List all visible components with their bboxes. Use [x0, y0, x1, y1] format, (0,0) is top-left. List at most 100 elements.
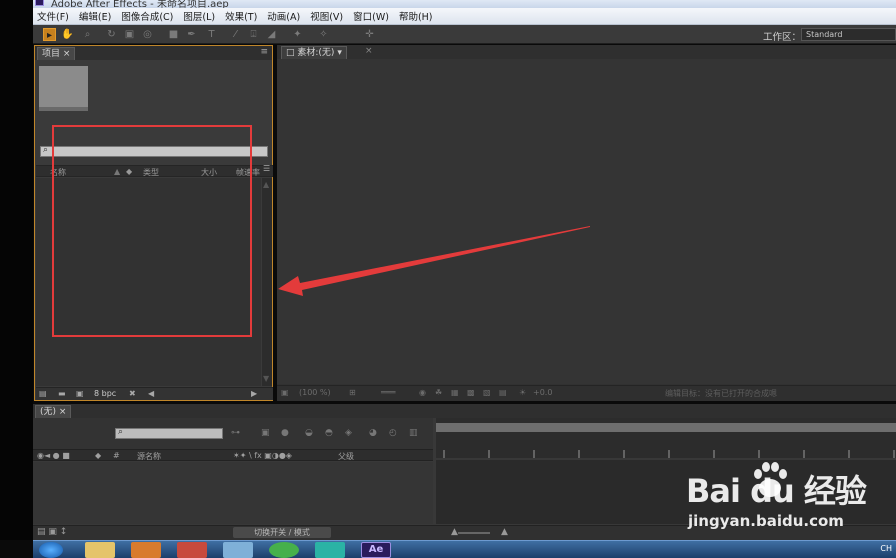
region-icon[interactable]: ▦	[451, 388, 459, 397]
pan-behind-tool-icon[interactable]: ◎	[141, 28, 154, 41]
annotation-highlight-box	[52, 125, 252, 337]
workspace-select[interactable]: Standard	[801, 28, 896, 41]
frame-blending-icon[interactable]: ◒	[305, 428, 313, 438]
new-folder-icon[interactable]: ▬	[58, 389, 66, 398]
new-composition-icon[interactable]: ▣	[76, 389, 84, 398]
parent-header[interactable]: 父级	[338, 451, 354, 462]
tab-footage[interactable]: □ 素材:(无) ▾	[281, 46, 347, 59]
puppet-tool-icon[interactable]: ✧	[317, 28, 330, 41]
graph-editor-icon[interactable]: ◕	[369, 428, 377, 438]
trash-icon[interactable]: ✖	[129, 389, 136, 398]
snapshot-icon[interactable]: ◉	[419, 388, 426, 397]
footage-viewer-panel: □ 素材:(无) ▾ × ▣ (100 %) ⊞ ═══ ◉ ☘ ▦ ▩ ▧ ▤…	[277, 45, 896, 401]
project-tab-bar: 项目 × ≡	[35, 46, 272, 60]
lock-icon[interactable]: □	[286, 48, 295, 58]
project-footer: ▤ ▬ ▣ 8 bpc ✖ ◀ ▶	[36, 387, 273, 400]
menu-effect[interactable]: 效果(T)	[225, 9, 257, 23]
zoom-in-icon[interactable]: ▲	[501, 527, 508, 537]
roto-brush-tool-icon[interactable]: ✦	[291, 28, 304, 41]
time-ruler[interactable]	[436, 418, 896, 458]
menu-animation[interactable]: 动画(A)	[267, 9, 300, 23]
scroll-down-icon[interactable]: ▼	[263, 374, 269, 383]
window-taskbar-icon[interactable]	[223, 542, 253, 558]
explorer-taskbar-icon[interactable]	[85, 542, 115, 558]
system-tray[interactable]: CH	[880, 544, 892, 553]
tab-project-label: 项目	[42, 49, 61, 59]
hand-tool-icon[interactable]: ✋	[61, 28, 74, 41]
layer-number-header: #	[113, 451, 120, 460]
start-button[interactable]	[39, 542, 63, 558]
close-icon[interactable]: ×	[63, 49, 71, 59]
viewer-canvas[interactable]	[277, 59, 896, 384]
player-taskbar-icon[interactable]	[315, 542, 345, 558]
zoom-out-icon[interactable]: ▲	[451, 527, 458, 537]
tab-footage-label: 素材:(无)	[297, 48, 335, 58]
magnification-select[interactable]: (100 %)	[299, 388, 331, 397]
bpc-label[interactable]: 8 bpc	[94, 389, 116, 398]
toggle-switches-modes-button[interactable]: 切换开关 / 模式	[233, 527, 331, 538]
search-icon: ⌕	[118, 427, 124, 437]
menu-composition[interactable]: 图像合成(C)	[121, 9, 173, 23]
always-preview-icon[interactable]: ▣	[281, 388, 289, 397]
tab-timeline[interactable]: (无) ×	[35, 405, 72, 418]
show-channel-icon[interactable]: ☘	[435, 388, 442, 397]
brainstorm-icon[interactable]: ◈	[345, 428, 352, 438]
rectangle-tool-icon[interactable]: ■	[167, 28, 180, 41]
after-effects-taskbar-icon[interactable]: Ae	[361, 542, 391, 558]
menu-file[interactable]: 文件(F)	[37, 9, 69, 23]
live-update-icon[interactable]: ▥	[409, 428, 418, 438]
eraser-tool-icon[interactable]: ◢	[265, 28, 278, 41]
grid-icon[interactable]: ⊞	[349, 388, 356, 397]
project-scrollbar[interactable]: ☰ ▲ ▼	[262, 164, 272, 386]
edit-target-status: 编辑目标：没有已打开的合成嗯	[665, 389, 777, 398]
media-player-taskbar-icon[interactable]	[131, 542, 161, 558]
transparency-icon[interactable]: ▩	[467, 388, 475, 397]
menu-window[interactable]: 窗口(W)	[353, 9, 389, 23]
rotate-tool-icon[interactable]: ↻	[105, 28, 118, 41]
dropdown-icon[interactable]: ▾	[337, 48, 342, 58]
timecode-field[interactable]: ═══	[381, 388, 395, 397]
menu-help[interactable]: 帮助(H)	[399, 9, 433, 23]
interpret-footage-icon[interactable]: ▤	[39, 389, 47, 398]
label-tag-icon: ◆	[95, 451, 102, 460]
zoom-slider[interactable]	[458, 532, 490, 534]
watermark-logo-text: Bai du 经验	[686, 472, 867, 510]
motion-blur-icon[interactable]: ◓	[325, 428, 333, 438]
menu-edit[interactable]: 编辑(E)	[79, 9, 111, 23]
scroll-right-icon[interactable]: ▶	[251, 389, 257, 398]
selection-tool-icon[interactable]: ▸	[43, 28, 56, 41]
zoom-tool-icon[interactable]: ⌕	[81, 28, 94, 41]
brush-tool-icon[interactable]: ⁄	[229, 28, 242, 41]
timer-icon[interactable]: ◴	[389, 428, 397, 438]
pen-tool-icon[interactable]: ✒	[185, 28, 198, 41]
panel-menu-icon[interactable]: ≡	[260, 47, 268, 57]
flowchart-icon[interactable]: ☰	[263, 164, 270, 173]
scroll-left-icon[interactable]: ◀	[148, 389, 154, 398]
browser-taskbar-icon[interactable]	[269, 542, 299, 558]
close-icon[interactable]: ×	[59, 407, 67, 417]
menu-layer[interactable]: 图层(L)	[183, 9, 215, 23]
tab-project[interactable]: 项目 ×	[37, 47, 76, 60]
draft-3d-icon[interactable]: ▣	[261, 428, 270, 438]
work-area-bar[interactable]	[436, 423, 896, 432]
3d-view-icon[interactable]: ▧	[483, 388, 491, 397]
exposure-value[interactable]: +0.0	[533, 388, 552, 397]
menu-view[interactable]: 视图(V)	[310, 9, 343, 23]
close-icon[interactable]: ×	[365, 46, 373, 56]
camera-tool-icon[interactable]: ▣	[123, 28, 136, 41]
views-icon[interactable]: ▤	[499, 388, 507, 397]
axis-mode-icon[interactable]: ✛	[363, 28, 376, 41]
scroll-up-icon[interactable]: ▲	[263, 180, 269, 189]
text-tool-icon[interactable]: T	[205, 28, 218, 41]
layer-list[interactable]	[33, 462, 433, 524]
comp-mini-flowchart-icon[interactable]: ⊶	[231, 428, 240, 438]
source-name-header[interactable]: 源名称	[137, 451, 161, 462]
clone-stamp-tool-icon[interactable]: ⍗	[247, 28, 260, 41]
window-title: Adobe After Effects - 未命名项目.aep	[51, 0, 229, 8]
expand-icons[interactable]: ▤ ▣ ↕	[37, 527, 67, 537]
screen-left-edge	[0, 0, 33, 540]
exposure-icon[interactable]: ☀	[519, 388, 526, 397]
shy-layers-icon[interactable]: ●	[281, 428, 289, 438]
timeline-search-input[interactable]: ⌕	[115, 427, 223, 439]
game-taskbar-icon[interactable]	[177, 542, 207, 558]
